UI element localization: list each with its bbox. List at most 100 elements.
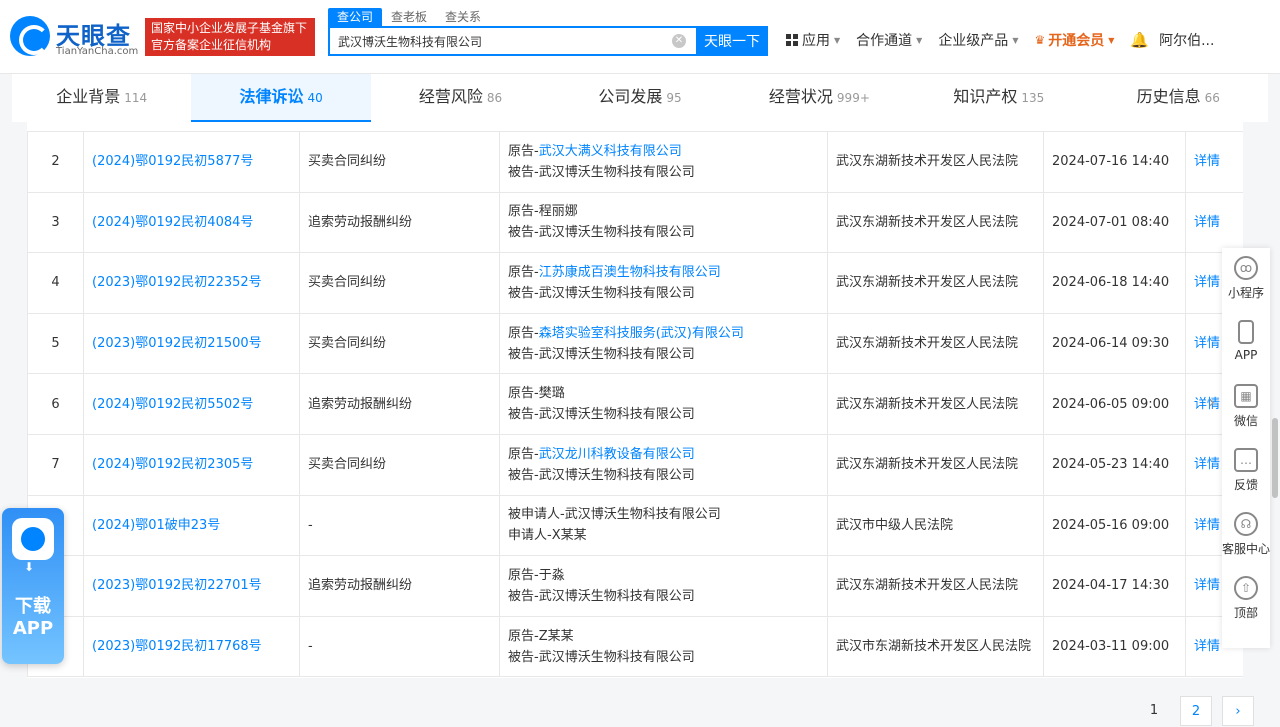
party-line-1: 原告-森塔实验室科技服务(武汉)有限公司 (508, 323, 819, 344)
row-number: 2 (27, 131, 84, 193)
case-number-link[interactable]: (2024)鄂0192民初4084号 (92, 215, 253, 230)
sidebar-label: 微信 (1233, 414, 1258, 428)
bell-icon[interactable]: 🔔 (1130, 31, 1149, 49)
detail-link[interactable]: 详情 (1194, 518, 1220, 533)
tab-history[interactable]: 历史信息 66 (1089, 74, 1268, 122)
sidebar-expand-chevron-icon[interactable]: › (1208, 392, 1222, 422)
tab-count: 999+ (836, 91, 870, 105)
party-company-link[interactable]: 森塔实验室科技服务(武汉)有限公司 (539, 326, 744, 341)
court-name: 武汉市东湖新技术开发区人民法院 (827, 615, 1044, 678)
tab-label: 经营风险 (418, 87, 483, 106)
detail-link[interactable]: 详情 (1194, 154, 1220, 169)
chat-bubble-icon: … (1234, 448, 1258, 472)
clear-icon[interactable]: ✕ (672, 34, 686, 48)
tab-operating-status[interactable]: 经营状况 999+ (730, 74, 909, 122)
sidebar-feedback[interactable]: … 反馈 (1222, 440, 1270, 504)
detail-link[interactable]: 详情 (1194, 336, 1220, 351)
nav-enterprise-label: 企业级产品 (938, 33, 1009, 49)
litigation-table-container[interactable]: 2 (2024)鄂0192民初5877号 买卖合同纠纷 原告-武汉大满义科技有限公司被… (27, 122, 1243, 678)
hearing-date: 2024-05-16 09:00 (1043, 494, 1186, 557)
sidebar-label: 反馈 (1233, 478, 1258, 492)
detail-link[interactable]: 详情 (1194, 639, 1220, 654)
case-cause: 买卖合同纠纷 (299, 131, 500, 193)
search-tab-boss[interactable]: 查老板 (382, 8, 436, 26)
court-name: 武汉市中级人民法院 (827, 494, 1044, 557)
table-row: 7 (2024)鄂0192民初2305号 买卖合同纠纷 原告-武汉龙川科教设备有限公司… (27, 433, 1243, 496)
nav-apps-label: 应用 (802, 33, 830, 49)
sidebar-label: 客服中心 (1222, 542, 1271, 556)
party-company-link[interactable]: 武汉龙川科教设备有限公司 (539, 447, 695, 462)
party-line-1: 原告-武汉龙川科教设备有限公司 (508, 444, 819, 465)
party-line-2: 被告-武汉博沃生物科技有限公司 (508, 467, 695, 483)
nav-enterprise[interactable]: 企业级产品 ▼ (938, 30, 1018, 50)
case-number-link[interactable]: (2024)鄂0192民初2305号 (92, 457, 253, 472)
party-company-link[interactable]: 江苏康成百澳生物科技有限公司 (539, 265, 721, 280)
detail-link[interactable]: 详情 (1194, 215, 1220, 230)
case-cause: 买卖合同纠纷 (299, 252, 500, 314)
qr-code-icon: ▦ (1234, 384, 1258, 408)
page-current: 1 (1149, 703, 1159, 718)
top-nav: 应用 ▼ 合作通道 ▼ 企业级产品 ▼ ♛ 开通会员 ▼ 🔔 阿尔伯... (786, 30, 1230, 50)
tab-intellectual-property[interactable]: 知识产权 135 (909, 74, 1088, 122)
tab-company-development[interactable]: 公司发展 95 (550, 74, 729, 122)
nav-user[interactable]: 阿尔伯... (1159, 30, 1214, 50)
tab-count: 114 (124, 91, 148, 105)
detail-link[interactable]: 详情 (1194, 578, 1220, 593)
party-role: 原告- (508, 264, 539, 280)
nav-vip[interactable]: ♛ 开通会员 ▼ (1034, 30, 1114, 50)
case-cause: 追索劳动报酬纠纷 (299, 555, 500, 617)
nav-cooperation[interactable]: 合作通道 ▼ (856, 30, 922, 50)
court-name: 武汉东湖新技术开发区人民法院 (827, 555, 1044, 617)
party-company-link[interactable]: 武汉大满义科技有限公司 (539, 144, 682, 159)
hearing-date: 2024-05-23 14:40 (1043, 433, 1186, 496)
case-number-link[interactable]: (2023)鄂0192民初22701号 (92, 578, 262, 593)
tab-business-risk[interactable]: 经营风险 86 (371, 74, 550, 122)
row-number: 4 (27, 252, 84, 314)
court-name: 武汉东湖新技术开发区人民法院 (827, 373, 1044, 435)
court-name: 武汉东湖新技术开发区人民法院 (827, 131, 1044, 193)
case-number-link[interactable]: (2024)鄂01破申23号 (92, 518, 220, 533)
detail-link[interactable]: 详情 (1194, 457, 1220, 472)
nav-apps[interactable]: 应用 ▼ (786, 30, 840, 50)
page-scrollbar[interactable] (1272, 418, 1278, 498)
tab-count: 86 (486, 91, 503, 105)
party-line-1: 原告-武汉大满义科技有限公司 (508, 141, 819, 162)
case-number-link[interactable]: (2023)鄂0192民初21500号 (92, 336, 262, 351)
section-tabs: 企业背景 114 法律诉讼 40 经营风险 86 公司发展 95 经营状况 999+ 知识… (12, 74, 1268, 122)
sidebar-app[interactable]: APP (1222, 312, 1270, 376)
search-input[interactable] (330, 28, 660, 54)
party-role: 原告-Z某某 (508, 628, 574, 644)
page-2-button[interactable]: 2 (1180, 696, 1212, 726)
hearing-date: 2024-07-16 14:40 (1043, 131, 1186, 193)
search-tab-company[interactable]: 查公司 (328, 8, 383, 26)
hearing-date: 2024-07-01 08:40 (1043, 191, 1186, 254)
tab-legal-litigation[interactable]: 法律诉讼 40 (191, 74, 371, 122)
hearing-date: 2024-06-18 14:40 (1043, 252, 1186, 314)
party-role: 原告- (508, 143, 539, 159)
sidebar-wechat[interactable]: ▦ 微信 (1222, 376, 1270, 440)
tab-company-background[interactable]: 企业背景 114 (12, 74, 191, 122)
caret-down-icon: ▼ (834, 35, 841, 45)
table-row: 6 (2024)鄂0192民初5502号 追索劳动报酬纠纷 原告-樊璐 被告-武汉博沃生… (27, 373, 1243, 435)
sidebar-label: 小程序 (1227, 286, 1264, 300)
search-button[interactable]: 天眼一下 (696, 26, 768, 56)
logo-mark-icon (10, 16, 50, 56)
party-line-1: 被申请人-武汉博沃生物科技有限公司 (508, 504, 819, 525)
case-number-link[interactable]: (2023)鄂0192民初22352号 (92, 275, 262, 290)
detail-link[interactable]: 详情 (1194, 275, 1220, 290)
sidebar-service[interactable]: ☊ 客服中心 (1222, 504, 1270, 568)
case-cause: 买卖合同纠纷 (299, 312, 500, 375)
mini-program-icon: ꝏ (1234, 256, 1258, 280)
sidebar-mini-program[interactable]: ꝏ 小程序 (1222, 248, 1270, 312)
party-role: 原告-于淼 (508, 567, 565, 583)
case-number-link[interactable]: (2024)鄂0192民初5877号 (92, 154, 253, 169)
case-number-link[interactable]: (2023)鄂0192民初17768号 (92, 639, 262, 654)
tianyancha-logo[interactable]: 天眼查 TianYanCha.com (10, 14, 138, 60)
sidebar-back-to-top[interactable]: ⇧ 顶部 (1222, 568, 1270, 632)
next-page-button[interactable]: › (1222, 696, 1254, 726)
download-app-widget[interactable]: ⬇ 下载 APP (2, 508, 64, 664)
case-number-link[interactable]: (2024)鄂0192民初5502号 (92, 397, 253, 412)
search-tab-relation[interactable]: 查关系 (436, 8, 490, 26)
party-line-1: 原告-于淼 (508, 565, 819, 586)
row-number: 7 (27, 433, 84, 496)
